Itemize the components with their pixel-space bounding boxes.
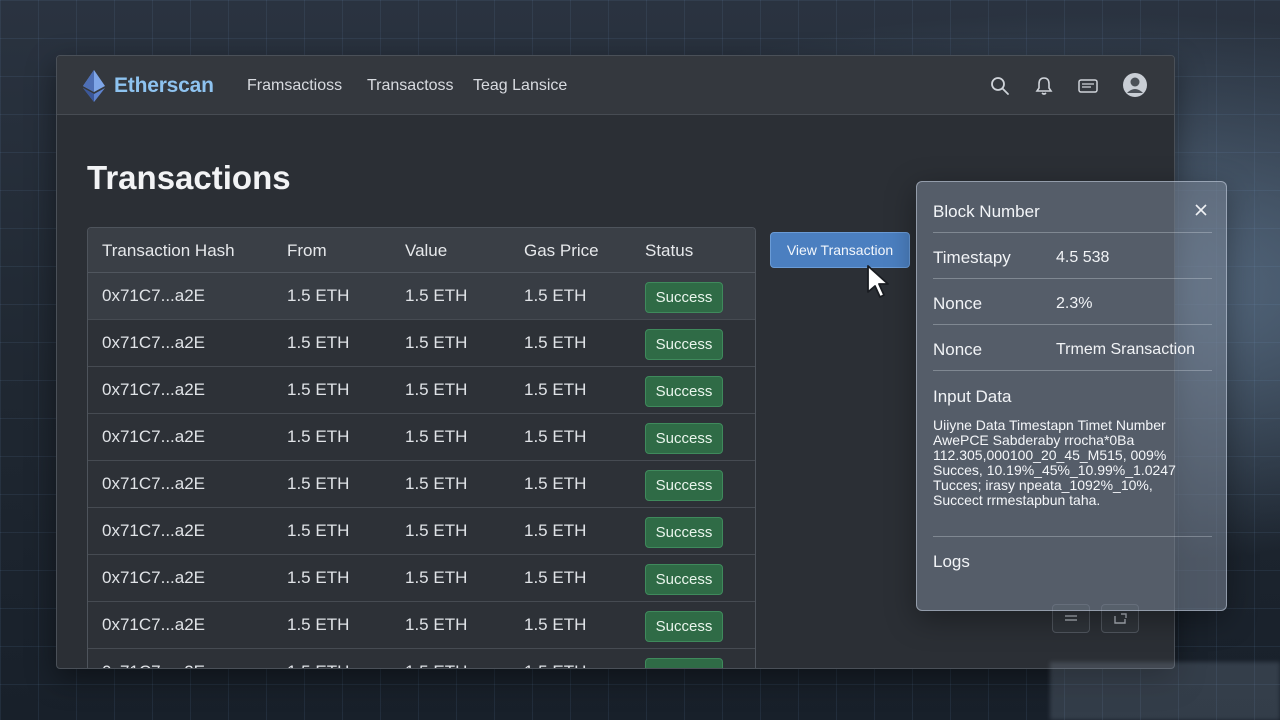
status-badge: Success — [645, 517, 723, 548]
from-cell: 1.5 ETH — [287, 615, 350, 634]
transactions-table: Transaction Hash From Value Gas Price St… — [87, 227, 756, 668]
status-badge: Success — [645, 611, 723, 642]
table-row[interactable]: 0x71C7...a2E 1.5 ETH 1.5 ETH 1.5 ETH Success — [88, 367, 755, 414]
top-navigation-bar: Etherscan Framsactioss Transactoss Teag … — [57, 56, 1174, 115]
input-data-text: Uiiyne Data Timestapn Timet Number AwePC… — [933, 418, 1219, 508]
value-cell: 1.5 ETH — [405, 521, 468, 540]
table-row[interactable]: 0x71C7...a2E 1.5 ETH 1.5 ETH 1.5 ETH Success — [88, 273, 755, 320]
id-card-icon[interactable] — [1076, 74, 1100, 98]
value-cell: 1.5 ETH — [405, 615, 468, 634]
field-label-timestapy: Timestapy — [933, 248, 1011, 267]
gas-price-cell: 1.5 ETH — [524, 521, 587, 540]
nav-item-transactoss[interactable]: Transactoss — [367, 77, 454, 95]
value-cell: 1.5 ETH — [405, 286, 468, 305]
table-row[interactable]: 0x71C7...a2E 1.5 ETH 1.5 ETH 1.5 ETH Success — [88, 649, 755, 668]
bell-icon[interactable] — [1032, 74, 1056, 98]
ethereum-logo-icon — [83, 70, 105, 102]
input-data-line: 112.305,000100_20_45_M515, 009% — [933, 448, 1167, 463]
column-header-gas-price[interactable]: Gas Price — [524, 241, 599, 261]
mouse-cursor-icon — [867, 265, 889, 298]
status-badge: Success — [645, 470, 723, 501]
from-cell: 1.5 ETH — [287, 286, 350, 305]
value-cell: 1.5 ETH — [405, 662, 467, 668]
input-data-line: Succes, 10.19%_45%_10.99%_1.0247 — [933, 463, 1176, 478]
gas-price-cell: 1.5 ETH — [524, 662, 586, 668]
page-title: Transactions — [87, 159, 291, 196]
brand-name[interactable]: Etherscan — [114, 74, 214, 98]
status-badge: Success — [645, 329, 723, 360]
table-header: Transaction Hash From Value Gas Price St… — [88, 228, 755, 273]
value-cell: 1.5 ETH — [405, 333, 468, 352]
nav-item-framsactioss[interactable]: Framsactioss — [247, 77, 342, 95]
hash-cell[interactable]: 0x71C7...a2E — [102, 333, 205, 353]
table-row[interactable]: 0x71C7...a2E 1.5 ETH 1.5 ETH 1.5 ETH Success — [88, 555, 755, 602]
status-badge: Success — [645, 658, 723, 668]
value-cell: 1.5 ETH — [405, 380, 468, 399]
gas-price-cell: 1.5 ETH — [524, 474, 587, 493]
from-cell: 1.5 ETH — [287, 521, 350, 540]
gas-price-cell: 1.5 ETH — [524, 333, 587, 352]
close-icon[interactable] — [1191, 200, 1211, 220]
table-row[interactable]: 0x71C7...a2E 1.5 ETH 1.5 ETH 1.5 ETH Success — [88, 461, 755, 508]
from-cell: 1.5 ETH — [287, 333, 350, 352]
gas-price-cell: 1.5 ETH — [524, 380, 587, 399]
field-value-timestapy: 4.5 538 — [1056, 249, 1110, 266]
view-transaction-button[interactable]: View Transaction — [770, 232, 910, 268]
column-header-hash[interactable]: Transaction Hash — [102, 241, 235, 261]
input-data-line: Uiiyne Data Timestapn Timet Number — [933, 418, 1166, 433]
hash-cell[interactable]: 0x71C7...a2E — [102, 286, 205, 306]
value-cell: 1.5 ETH — [405, 474, 468, 493]
field-value-nonce: 2.3% — [1056, 295, 1093, 312]
status-badge: Success — [645, 376, 723, 407]
field-label-nonce-2: Nonce — [933, 340, 983, 359]
panel-title: Block Number — [933, 202, 1040, 221]
hash-cell[interactable]: 0x71C7...a2E — [102, 474, 205, 494]
status-badge: Success — [645, 423, 723, 454]
table-row[interactable]: 0x71C7...a2E 1.5 ETH 1.5 ETH 1.5 ETH Success — [88, 508, 755, 555]
field-value-nonce-2: Trmem Sransaction — [1056, 341, 1195, 358]
background-glare — [1050, 662, 1280, 720]
table-row[interactable]: 0x71C7...a2E 1.5 ETH 1.5 ETH 1.5 ETH Success — [88, 602, 755, 649]
table-row[interactable]: 0x71C7...a2E 1.5 ETH 1.5 ETH 1.5 ETH Success — [88, 320, 755, 367]
value-cell: 1.5 ETH — [405, 427, 468, 446]
transaction-details-panel: Block Number Timestapy 4.5 538 Nonce 2.3… — [916, 181, 1227, 611]
field-label-nonce: Nonce — [933, 294, 983, 313]
nav-item-teag-lansice[interactable]: Teag Lansice — [473, 77, 567, 95]
hash-cell[interactable]: 0x71C7...a2E — [102, 380, 205, 400]
hash-cell[interactable]: 0x71C7...a2E — [102, 427, 205, 447]
from-cell: 1.5 ETH — [287, 662, 349, 668]
hash-cell[interactable]: 0x71C7...a2E — [102, 521, 205, 541]
from-cell: 1.5 ETH — [287, 474, 350, 493]
table-body: 0x71C7...a2E 1.5 ETH 1.5 ETH 1.5 ETH Success… — [88, 273, 755, 668]
column-header-from[interactable]: From — [287, 241, 327, 261]
column-header-value[interactable]: Value — [405, 241, 447, 261]
from-cell: 1.5 ETH — [287, 568, 350, 587]
hash-cell[interactable]: 0x71C7...a2E — [102, 615, 205, 635]
panel-divider — [933, 232, 1212, 233]
column-header-status[interactable]: Status — [645, 241, 693, 261]
gas-price-cell: 1.5 ETH — [524, 568, 587, 587]
panel-divider — [933, 278, 1212, 279]
panel-divider — [933, 536, 1212, 537]
panel-divider — [933, 370, 1212, 371]
table-row[interactable]: 0x71C7...a2E 1.5 ETH 1.5 ETH 1.5 ETH Success — [88, 414, 755, 461]
gas-price-cell: 1.5 ETH — [524, 427, 587, 446]
hash-cell[interactable]: 0x71C7...a2E — [102, 662, 205, 668]
input-data-line: Succect rrmestapbun taha. — [933, 493, 1101, 508]
logs-label[interactable]: Logs — [933, 552, 970, 572]
input-data-line: Tucces; irasy npeata_1092%_10%, — [933, 478, 1153, 493]
input-data-line: AwePCE Sabderaby rrocha*0Ba — [933, 433, 1135, 448]
status-badge: Success — [645, 564, 723, 595]
panel-divider — [933, 324, 1212, 325]
hash-cell[interactable]: 0x71C7...a2E — [102, 568, 205, 588]
search-icon[interactable] — [988, 74, 1012, 98]
from-cell: 1.5 ETH — [287, 380, 350, 399]
user-avatar-icon[interactable] — [1121, 71, 1149, 99]
gas-price-cell: 1.5 ETH — [524, 286, 587, 305]
from-cell: 1.5 ETH — [287, 427, 350, 446]
status-badge: Success — [645, 282, 723, 313]
gas-price-cell: 1.5 ETH — [524, 615, 587, 634]
value-cell: 1.5 ETH — [405, 568, 468, 587]
input-data-label: Input Data — [933, 387, 1012, 406]
